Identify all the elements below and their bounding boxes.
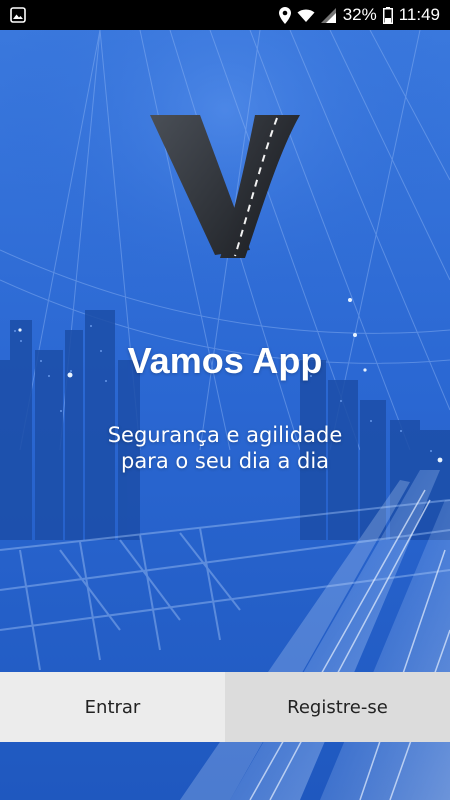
status-left <box>10 7 26 23</box>
tagline-line-2: para o seu dia a dia <box>120 449 330 473</box>
login-button[interactable]: Entrar <box>0 672 225 742</box>
tagline-line-1: Segurança e agilidade <box>107 423 343 447</box>
image-notification-icon <box>10 7 26 23</box>
wifi-icon <box>297 8 315 23</box>
register-button[interactable]: Registre-se <box>225 672 450 742</box>
battery-icon <box>382 6 393 24</box>
signal-icon <box>320 7 337 23</box>
clock: 11:49 <box>398 5 440 24</box>
app-title: Vamos App <box>127 340 323 381</box>
status-right: 32% 11:49 <box>278 5 440 25</box>
battery-percent: 32% <box>342 5 377 24</box>
auth-button-bar: Entrar Registre-se <box>0 672 450 742</box>
tagline: Segurança e agilidade para o seu dia a d… <box>0 422 450 474</box>
status-bar: 32% 11:49 <box>0 0 450 30</box>
vamos-logo <box>145 110 305 265</box>
location-icon <box>278 6 291 24</box>
